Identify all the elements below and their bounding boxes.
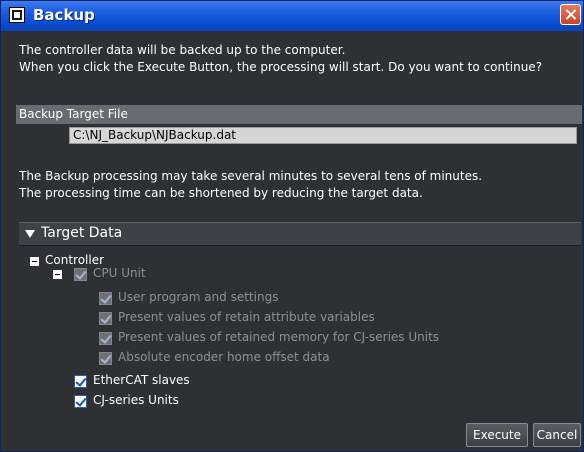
retain-vars-checkbox <box>99 312 112 325</box>
ethercat-checkbox[interactable] <box>74 375 87 388</box>
intro-line-2: When you click the Execute Button, the p… <box>19 60 543 74</box>
collapse-controller-icon[interactable] <box>30 257 39 266</box>
notice-line-2: The processing time can be shortened by … <box>19 186 423 200</box>
tree-item-retain-vars: Present values of retain attribute varia… <box>118 310 375 324</box>
backup-target-label: Backup Target File <box>19 107 128 121</box>
window-title: Backup <box>33 6 95 24</box>
backup-target-label-bar: Backup Target File <box>16 105 582 124</box>
title-bar[interactable]: Backup <box>1 1 583 31</box>
collapse-cpu-unit-icon[interactable] <box>53 270 62 279</box>
execute-button[interactable]: Execute <box>466 423 528 447</box>
retained-memory-checkbox <box>99 332 112 345</box>
tree-item-retained-memory: Present values of retained memory for CJ… <box>118 330 440 344</box>
collapse-triangle-icon <box>25 230 35 238</box>
backup-dialog: Backup The controller data will be backe… <box>0 0 584 452</box>
tree-item-cpu-unit: CPU Unit <box>93 266 146 280</box>
cancel-button[interactable]: Cancel <box>533 423 581 447</box>
tree-item-encoder-offset: Absolute encoder home offset data <box>118 350 330 364</box>
backup-target-path-field[interactable]: C:\NJ_Backup\NJBackup.dat <box>69 127 577 144</box>
intro-line-1: The controller data will be backed up to… <box>19 43 346 57</box>
tree-item-ethercat: EtherCAT slaves <box>93 373 190 387</box>
user-program-checkbox <box>99 292 112 305</box>
application-icon <box>9 7 25 23</box>
close-icon[interactable] <box>560 4 581 25</box>
notice-line-1: The Backup processing may take several m… <box>19 169 483 183</box>
tree-item-cj-units: CJ-series Units <box>93 393 179 407</box>
target-data-title: Target Data <box>41 225 123 241</box>
tree-item-user-program: User program and settings <box>118 290 279 304</box>
cpu-unit-checkbox <box>74 268 87 281</box>
target-data-header[interactable]: Target Data <box>19 222 581 246</box>
tree-item-controller: Controller <box>45 253 105 267</box>
encoder-offset-checkbox <box>99 352 112 365</box>
cj-units-checkbox[interactable] <box>74 395 87 408</box>
